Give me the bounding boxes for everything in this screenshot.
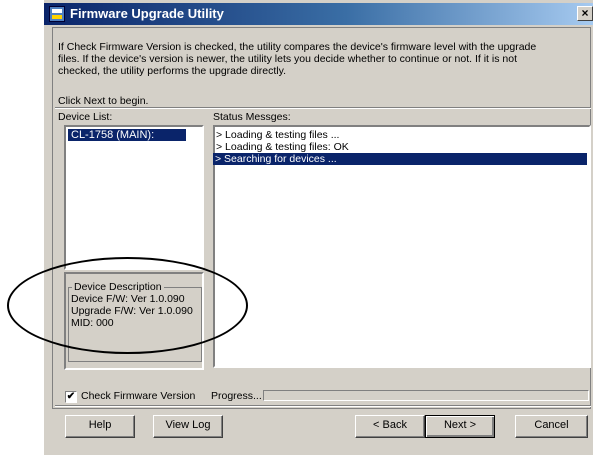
device-list-label: Device List: [58,111,113,123]
window-title: Firmware Upgrade Utility [70,6,224,21]
mid-value: MID: 000 [71,317,114,329]
device-list-item[interactable]: CL-1758 (MAIN): [68,129,186,141]
progress-label: Progress... [211,390,262,402]
upgrade-fw-version: Upgrade F/W: Ver 1.0.090 [71,305,193,317]
device-description-title: Device Description [72,281,164,293]
intro-text: If Check Firmware Version is checked, th… [58,41,537,77]
back-button[interactable]: < Back [355,415,425,438]
status-messages-label: Status Messges: [213,111,291,123]
title-bar: Firmware Upgrade Utility × [44,3,593,25]
cancel-button[interactable]: Cancel [515,415,588,438]
view-log-button[interactable]: View Log [153,415,223,438]
progress-bar [263,390,589,401]
device-fw-version: Device F/W: Ver 1.0.090 [71,293,185,305]
help-button[interactable]: Help [65,415,135,438]
divider [55,405,591,407]
device-list[interactable]: CL-1758 (MAIN): [64,125,204,270]
divider [55,107,591,109]
next-button[interactable]: Next > [425,415,495,438]
status-message: > Loading & testing files: OK [216,141,349,153]
check-firmware-label[interactable]: Check Firmware Version [81,390,195,402]
firmware-upgrade-window: Firmware Upgrade Utility × If Check Firm… [44,0,593,455]
click-next-text: Click Next to begin. [58,95,149,107]
close-button[interactable]: × [577,6,593,21]
check-firmware-checkbox[interactable]: ✔ [65,391,77,403]
status-message-selected: > Searching for devices ... [213,153,587,165]
app-icon [49,6,65,22]
status-message: > Loading & testing files ... [216,129,340,141]
